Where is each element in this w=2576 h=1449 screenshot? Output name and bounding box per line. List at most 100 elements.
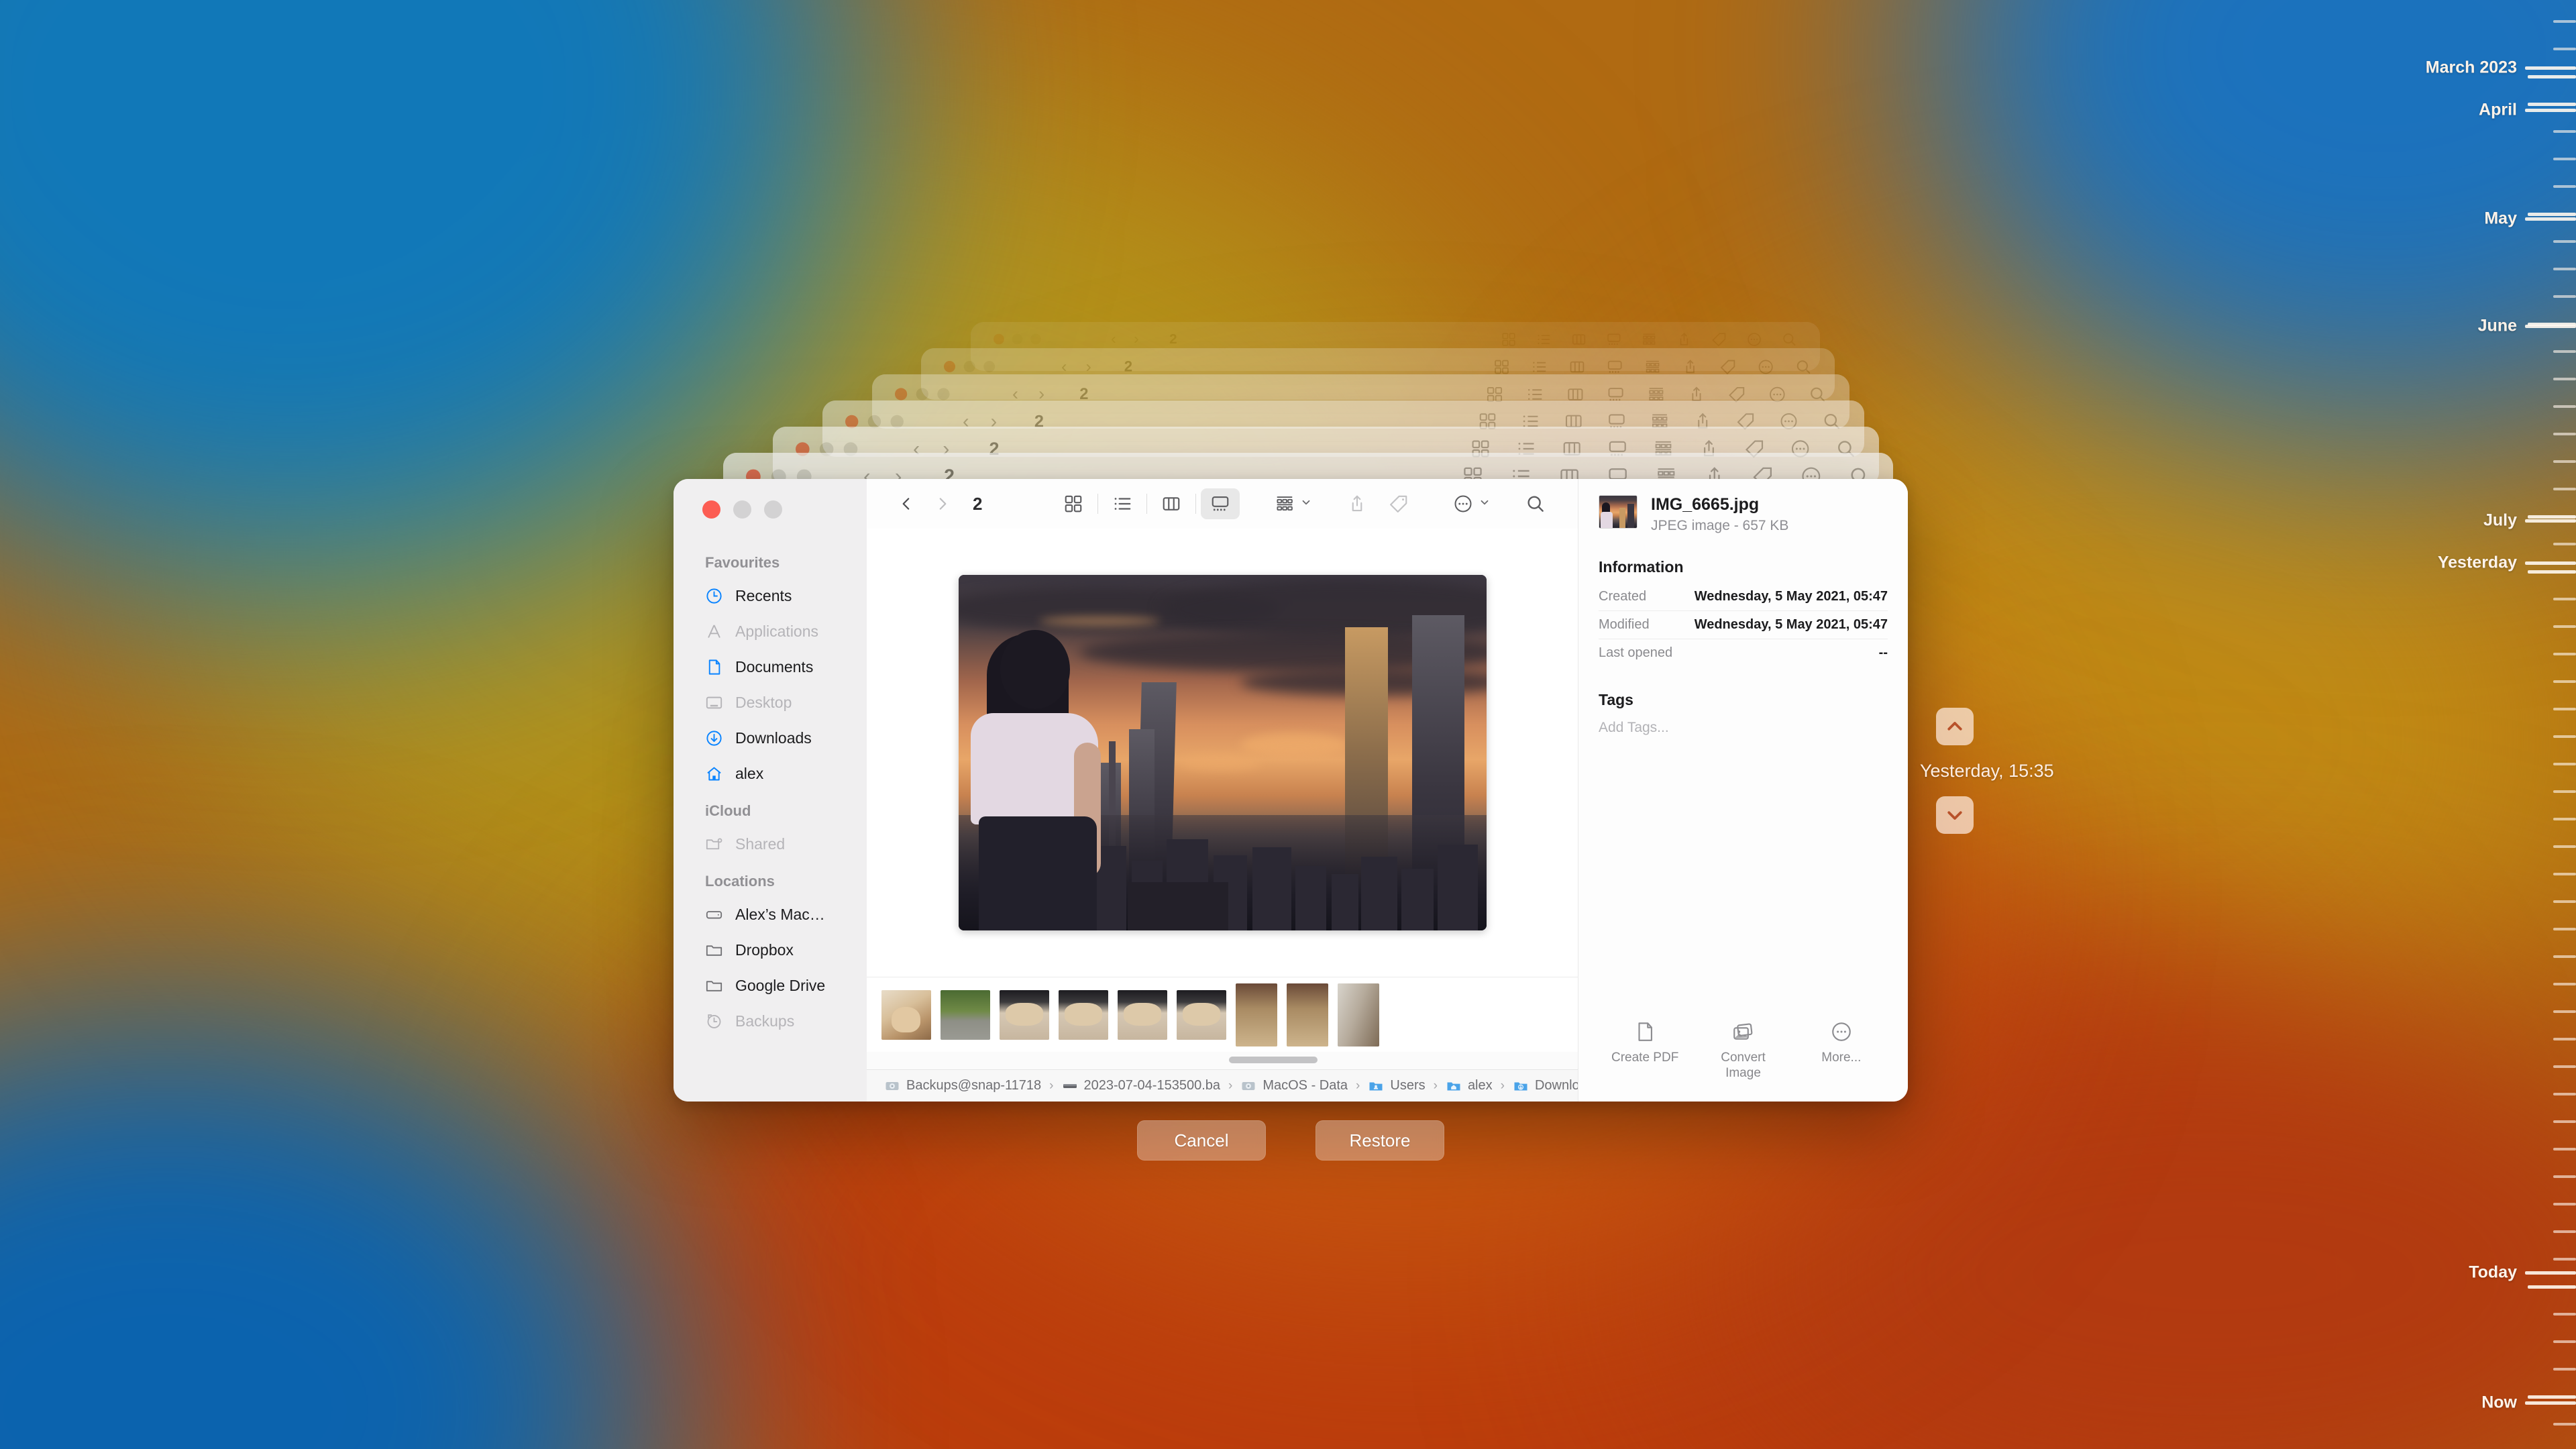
zoom-button[interactable]: [983, 360, 996, 373]
minimize-button[interactable]: [867, 415, 881, 428]
breadcrumb-item[interactable]: alex: [1446, 1078, 1493, 1094]
search-icon[interactable]: [1795, 358, 1812, 375]
list-view-button[interactable]: [1103, 488, 1142, 519]
sidebar-item-alex[interactable]: alex: [674, 756, 867, 792]
minimize-button[interactable]: [733, 500, 751, 519]
add-tags-field[interactable]: Add Tags...: [1599, 720, 1888, 736]
group-by-icon[interactable]: [1641, 331, 1656, 347]
close-button[interactable]: [895, 388, 908, 400]
gallery-view-button[interactable]: [1201, 488, 1240, 519]
share-icon[interactable]: [1682, 358, 1699, 375]
chevron-down-icon[interactable]: [1479, 496, 1491, 512]
search-icon[interactable]: [1516, 488, 1555, 519]
ellipsis-circle-icon[interactable]: [1444, 488, 1483, 519]
minimize-button[interactable]: [1012, 333, 1023, 345]
filmstrip-thumbnail[interactable]: [1059, 989, 1108, 1040]
sidebar-item-recents[interactable]: Recents: [674, 578, 867, 614]
sidebar-item-alex-s-mac[interactable]: Alex’s Mac…: [674, 897, 867, 932]
filmstrip-thumbnail[interactable]: [1338, 983, 1379, 1046]
timeline-label[interactable]: March 2023: [2426, 58, 2517, 78]
sidebar-item-shared[interactable]: Shared: [674, 826, 867, 862]
columns-icon[interactable]: [1571, 331, 1587, 347]
breadcrumb-item[interactable]: Downloads: [1513, 1078, 1578, 1094]
filmstrip-thumbnail[interactable]: [1177, 989, 1226, 1040]
sidebar-item-dropbox[interactable]: Dropbox: [674, 932, 867, 968]
zoom-button[interactable]: [764, 500, 782, 519]
filmstrip-thumbnail[interactable]: [941, 989, 990, 1040]
tag-icon[interactable]: [1719, 358, 1736, 375]
gallery-icon[interactable]: [1607, 358, 1623, 375]
minimize-button[interactable]: [963, 360, 975, 373]
share-icon[interactable]: [1338, 488, 1377, 519]
filmstrip-thumbnail[interactable]: [1287, 983, 1328, 1046]
sidebar-item-desktop[interactable]: Desktop: [674, 685, 867, 720]
chevron-down-icon[interactable]: [1300, 496, 1312, 512]
preview-image[interactable]: [958, 575, 1487, 930]
sidebar-item-backups[interactable]: Backups: [674, 1004, 867, 1039]
close-button[interactable]: [845, 415, 859, 428]
cancel-button[interactable]: Cancel: [1137, 1120, 1266, 1161]
timeline-label[interactable]: July: [2483, 511, 2517, 531]
timeline-label[interactable]: Yesterday: [2438, 553, 2517, 573]
filmstrip-thumbnail[interactable]: [1118, 989, 1167, 1040]
drive-icon: [1062, 1078, 1078, 1094]
sidebar-item-google-drive[interactable]: Google Drive: [674, 968, 867, 1004]
close-button[interactable]: [994, 333, 1004, 345]
minimize-button[interactable]: [916, 388, 928, 400]
timeline-label[interactable]: April: [2479, 101, 2517, 120]
horizontal-scroll-area[interactable]: [867, 1052, 1578, 1069]
breadcrumb: Backups@snap-11718 › 2023-07-04-153500.ba ›…: [867, 1069, 1578, 1102]
close-button[interactable]: [702, 500, 720, 519]
convert-image-button[interactable]: Convert Image: [1697, 1020, 1789, 1082]
zoom-button[interactable]: [937, 388, 950, 400]
gallery-filmstrip[interactable]: [867, 977, 1578, 1052]
list-icon[interactable]: [1531, 358, 1548, 375]
filmstrip-thumbnail[interactable]: [1000, 989, 1049, 1040]
timeline-label[interactable]: Today: [2469, 1263, 2517, 1283]
grid-icon[interactable]: [1501, 331, 1516, 347]
chevron-left-icon[interactable]: ‹: [1061, 357, 1067, 376]
zoom-button[interactable]: [890, 415, 904, 428]
list-icon[interactable]: [1536, 331, 1552, 347]
group-by-icon[interactable]: [1265, 488, 1304, 519]
chevron-left-icon[interactable]: ‹: [1111, 330, 1116, 348]
chevron-right-icon[interactable]: ›: [1086, 357, 1091, 376]
close-button[interactable]: [944, 360, 956, 373]
timeline-label[interactable]: June: [2478, 317, 2517, 336]
sidebar-item-documents[interactable]: Documents: [674, 649, 867, 685]
chevron-up-icon[interactable]: [1936, 708, 1974, 745]
zoom-button[interactable]: [1030, 333, 1041, 345]
tag-icon[interactable]: [1379, 488, 1418, 519]
columns-icon[interactable]: [1568, 358, 1585, 375]
search-icon[interactable]: [1782, 331, 1797, 347]
filmstrip-thumbnail[interactable]: [1236, 983, 1277, 1046]
inspector-filename: IMG_6665.jpg: [1651, 495, 1760, 514]
restore-button[interactable]: Restore: [1316, 1120, 1444, 1161]
breadcrumb-item[interactable]: Users: [1368, 1078, 1426, 1094]
timeline-label[interactable]: May: [2484, 209, 2517, 229]
chevron-right-icon[interactable]: [927, 488, 958, 519]
grid-icon[interactable]: [1493, 358, 1510, 375]
group-by-icon[interactable]: [1644, 358, 1661, 375]
share-icon[interactable]: [1676, 331, 1692, 347]
filmstrip-thumbnail[interactable]: [881, 989, 931, 1040]
breadcrumb-item[interactable]: MacOS - Data: [1240, 1078, 1348, 1094]
chevron-right-icon[interactable]: ›: [1134, 330, 1139, 348]
breadcrumb-item[interactable]: Backups@snap-11718: [884, 1078, 1041, 1094]
icon-view-button[interactable]: [1054, 488, 1093, 519]
scrollbar-thumb[interactable]: [1229, 1057, 1318, 1063]
time-machine-timeline[interactable]: March 2023 April May June July Yesterday Today…: [2375, 0, 2576, 1449]
column-view-button[interactable]: [1152, 488, 1191, 519]
sidebar-item-downloads[interactable]: Downloads: [674, 720, 867, 756]
sidebar-item-applications[interactable]: Applications: [674, 614, 867, 649]
timeline-label[interactable]: Now: [2481, 1393, 2517, 1413]
more-actions-button[interactable]: More...: [1795, 1020, 1888, 1082]
chevron-down-icon[interactable]: [1936, 796, 1974, 834]
ellipsis-circle-icon[interactable]: [1758, 358, 1774, 375]
tag-icon[interactable]: [1711, 331, 1727, 347]
gallery-icon[interactable]: [1606, 331, 1621, 347]
ellipsis-circle-icon[interactable]: [1746, 331, 1762, 347]
create-pdf-button[interactable]: Create PDF: [1599, 1020, 1691, 1082]
breadcrumb-item[interactable]: 2023-07-04-153500.ba: [1062, 1078, 1220, 1094]
chevron-left-icon[interactable]: [891, 488, 922, 519]
